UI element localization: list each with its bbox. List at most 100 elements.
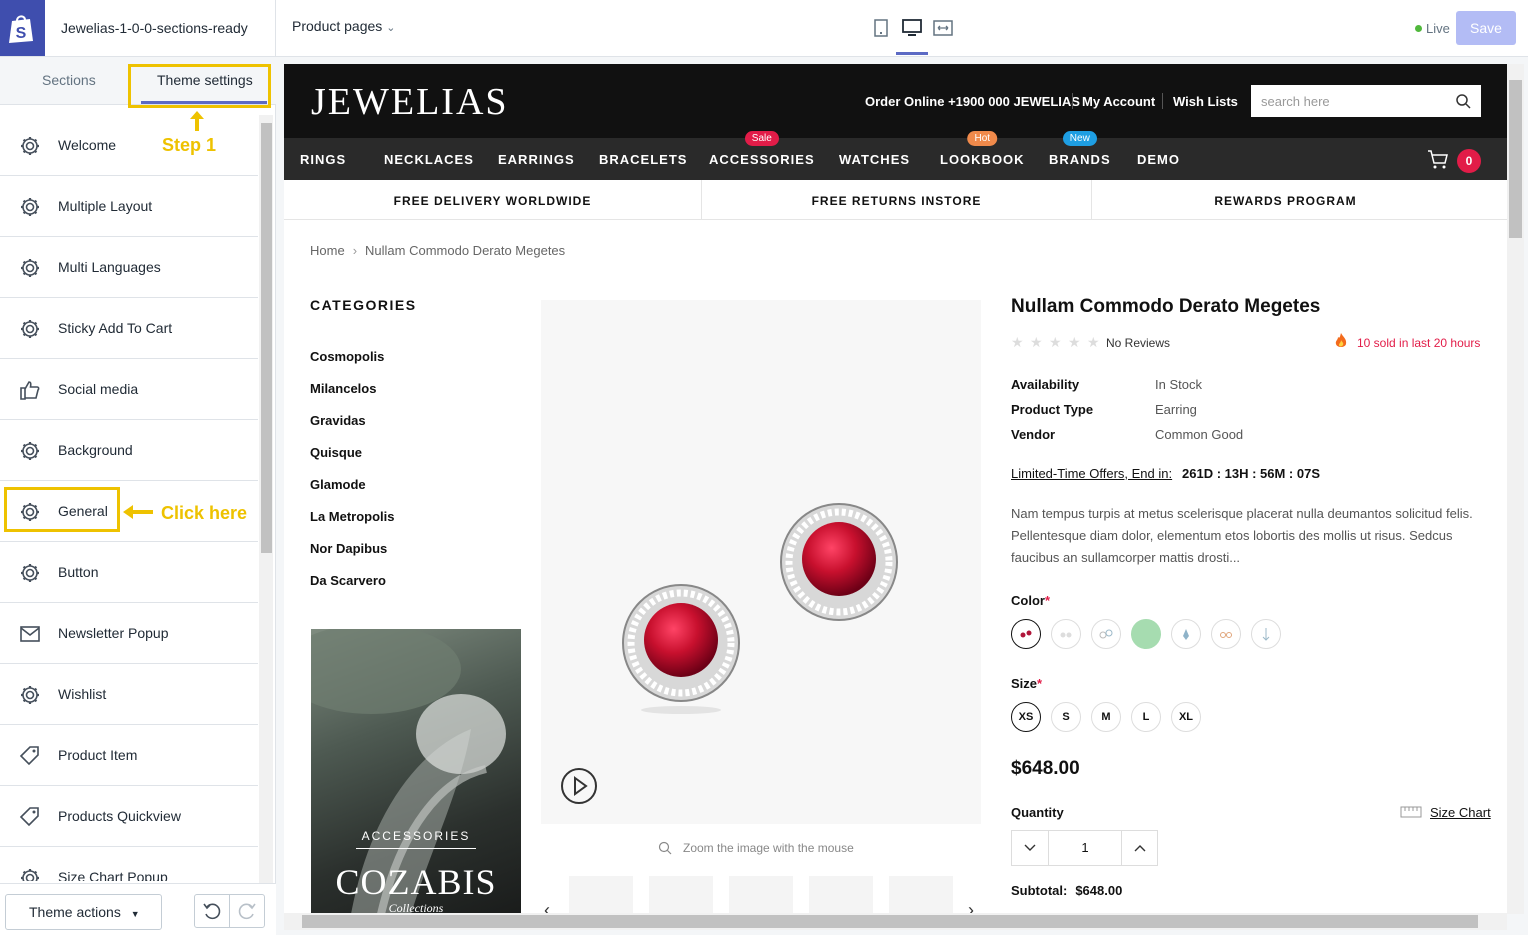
color-swatch[interactable]	[1131, 619, 1161, 649]
save-button[interactable]: Save	[1456, 11, 1516, 45]
quantity-increase-button[interactable]	[1122, 831, 1158, 865]
thumb-next-icon[interactable]: ›	[968, 900, 974, 914]
size-option[interactable]: XS	[1011, 702, 1041, 732]
divider	[1162, 93, 1163, 109]
zoom-hint: Zoom the image with the mouse	[683, 841, 854, 855]
settings-item[interactable]: Products Quickview	[0, 786, 258, 847]
size-option[interactable]: XL	[1171, 702, 1201, 732]
swatch-image	[1262, 628, 1270, 641]
preview-horizontal-scrollbar-thumb[interactable]	[302, 915, 1478, 928]
redo-button[interactable]	[229, 894, 265, 928]
nav-item-label: BRANDS	[1049, 152, 1111, 167]
category-link[interactable]: Cosmopolis	[310, 349, 384, 364]
nav-item[interactable]: LOOKBOOK Hot	[940, 131, 1025, 167]
page-type-selector[interactable]: Product pages ⌄	[292, 18, 396, 34]
collection-banner[interactable]: ACCESSORIES COZABIS Collections	[311, 629, 521, 914]
left-arrow-annotation	[123, 505, 153, 519]
size-option[interactable]: S	[1051, 702, 1081, 732]
size-option[interactable]: L	[1131, 702, 1161, 732]
gear-icon	[18, 561, 42, 585]
color-swatch[interactable]	[1011, 619, 1041, 649]
cart-icon[interactable]	[1427, 148, 1449, 175]
store-nav: RINGS NECKLACES EARRINGS BRACELETS ACCESSORI…	[284, 131, 1507, 180]
settings-item[interactable]: Newsletter Popup	[0, 603, 258, 664]
settings-item-label: Products Quickview	[58, 808, 181, 824]
play-video-icon[interactable]	[560, 767, 598, 805]
product-main-image[interactable]	[541, 300, 981, 824]
nav-item[interactable]: BRACELETS	[599, 152, 687, 167]
breadcrumb: Home › Nullam Commodo Derato Megetes	[310, 243, 565, 258]
review-count[interactable]: No Reviews	[1106, 336, 1170, 350]
nav-item[interactable]: EARRINGS	[498, 152, 575, 167]
mobile-view-button[interactable]	[869, 16, 893, 40]
active-device-indicator	[896, 52, 928, 55]
color-swatch[interactable]	[1051, 619, 1081, 649]
nav-item[interactable]: WATCHES	[839, 152, 910, 167]
tab-sections[interactable]: Sections	[42, 72, 96, 88]
category-link[interactable]: La Metropolis	[310, 509, 395, 524]
settings-item[interactable]: Wishlist	[0, 664, 258, 725]
category-link[interactable]: Nor Dapibus	[310, 541, 387, 556]
wish-lists-link[interactable]: Wish Lists	[1173, 94, 1238, 109]
search-icon[interactable]	[1455, 93, 1471, 109]
settings-item-label: Size Chart Popup	[58, 869, 168, 881]
settings-item[interactable]: Sticky Add To Cart	[0, 298, 258, 359]
gear-icon	[18, 256, 42, 280]
category-link[interactable]: Milancelos	[310, 381, 376, 396]
subtotal: Subtotal: $648.00	[1011, 883, 1122, 898]
attribute-value: In Stock	[1155, 377, 1202, 392]
thumbnail[interactable]	[809, 876, 873, 914]
settings-item[interactable]: Welcome	[0, 115, 258, 176]
quantity-decrease-button[interactable]	[1012, 831, 1048, 865]
settings-item[interactable]: Multiple Layout	[0, 176, 258, 237]
sidebar-scrollbar-thumb[interactable]	[261, 123, 272, 553]
undo-button[interactable]	[194, 894, 230, 928]
category-link[interactable]: Da Scarvero	[310, 573, 386, 588]
chevron-up-icon	[1134, 845, 1146, 852]
quantity-input[interactable]: 1	[1048, 831, 1122, 865]
settings-item[interactable]: Button	[0, 542, 258, 603]
settings-item[interactable]: Size Chart Popup	[0, 847, 258, 881]
size-option[interactable]: M	[1091, 702, 1121, 732]
thumbnail[interactable]	[569, 876, 633, 914]
breadcrumb-home[interactable]: Home	[310, 243, 345, 258]
zoom-icon	[658, 841, 672, 855]
color-swatch[interactable]	[1211, 619, 1241, 649]
nav-item[interactable]: BRANDS New	[1049, 131, 1111, 167]
color-swatch[interactable]	[1091, 619, 1121, 649]
store-logo[interactable]: JEWELIAS	[311, 80, 509, 124]
desktop-view-button[interactable]	[900, 16, 924, 40]
attribute-name: Availability	[1011, 377, 1080, 392]
nav-item[interactable]: ACCESSORIES Sale	[709, 131, 815, 167]
promo-rewards: REWARDS PROGRAM	[1214, 194, 1357, 208]
thumb-prev-icon[interactable]: ‹	[544, 900, 550, 914]
my-account-link[interactable]: My Account	[1082, 94, 1155, 109]
redo-icon	[238, 903, 256, 920]
theme-actions-button[interactable]: Theme actions ▼	[5, 894, 162, 930]
color-swatch[interactable]	[1251, 619, 1281, 649]
preview-vertical-scrollbar-thumb[interactable]	[1509, 80, 1522, 238]
gear-icon	[18, 317, 42, 341]
store-search-input[interactable]: search here	[1251, 85, 1481, 117]
nav-item[interactable]: DEMO	[1137, 152, 1180, 167]
gear-icon	[18, 195, 42, 219]
category-link[interactable]: Glamode	[310, 477, 366, 492]
settings-item[interactable]: Background	[0, 420, 258, 481]
order-online-link[interactable]: Order Online +1900 000 JEWELIAS	[865, 94, 1080, 109]
thumbnail[interactable]	[649, 876, 713, 914]
settings-item[interactable]: Social media	[0, 359, 258, 420]
size-chart-link[interactable]: Size Chart	[1430, 805, 1491, 820]
nav-item[interactable]: NECKLACES	[384, 152, 474, 167]
step1-annotation: Step 1	[162, 135, 217, 155]
color-swatch[interactable]	[1171, 619, 1201, 649]
shopify-logo[interactable]: S	[0, 0, 45, 56]
settings-item[interactable]: Product Item	[0, 725, 258, 786]
settings-item[interactable]: Multi Languages	[0, 237, 258, 298]
category-link[interactable]: Gravidas	[310, 413, 366, 428]
thumbnail[interactable]	[889, 876, 953, 914]
nav-item[interactable]: RINGS	[300, 152, 346, 167]
category-link[interactable]: Quisque	[310, 445, 362, 460]
thumbnail[interactable]	[729, 876, 793, 914]
promo-bar: FREE DELIVERY WORLDWIDE FREE RETURNS INS…	[284, 180, 1507, 220]
fullwidth-view-button[interactable]	[931, 16, 955, 40]
